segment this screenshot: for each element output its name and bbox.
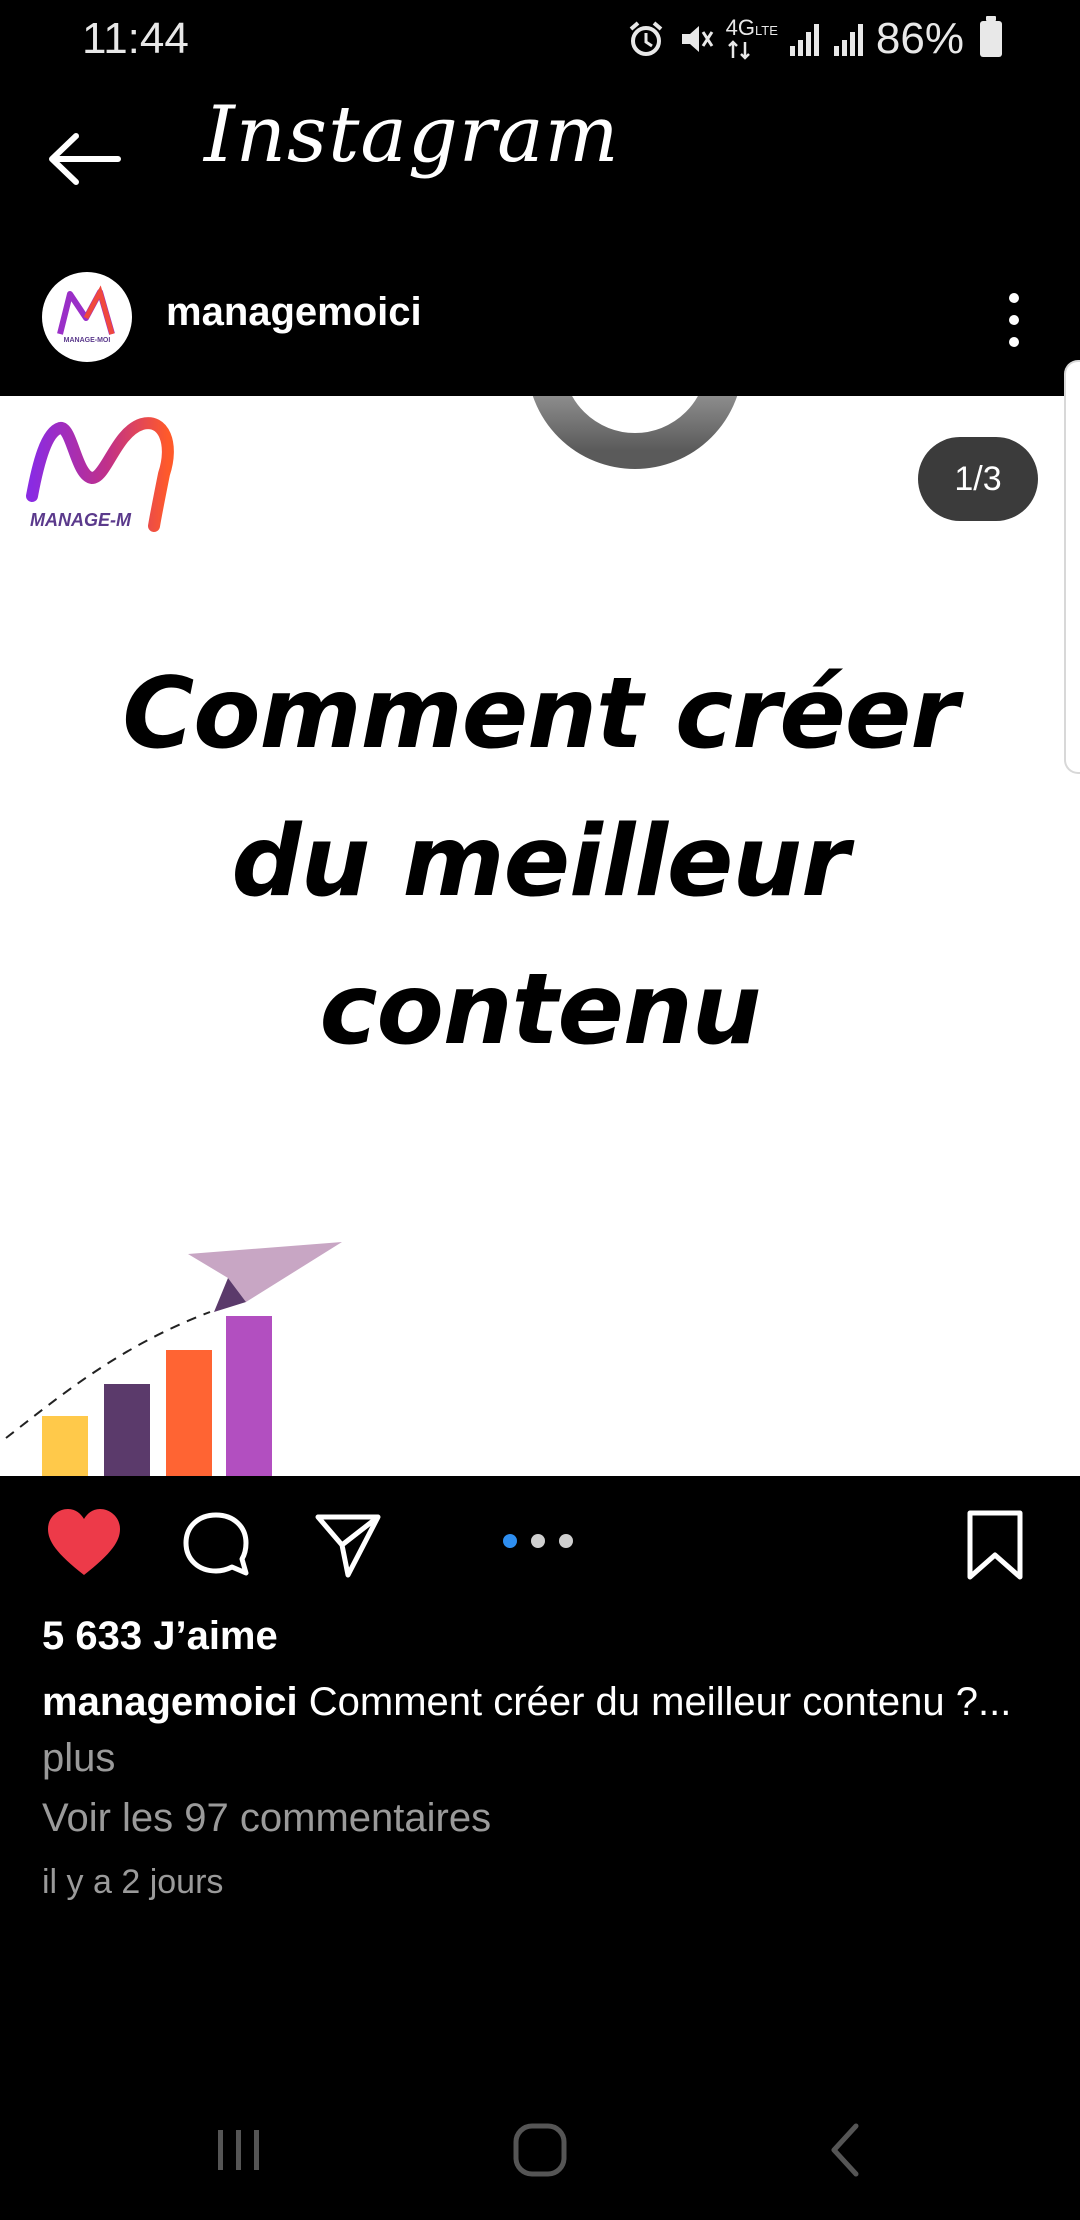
comment-icon[interactable] [180,1505,252,1585]
instagram-logo: Instagram [204,90,620,180]
avatar[interactable]: MANAGE-MOI [42,272,132,362]
status-icons: 4GLTE 86% [626,14,1002,64]
paper-plane-icon [188,1242,342,1302]
chart-bar [166,1350,212,1476]
data-arrows-icon [727,39,750,60]
alarm-icon [629,21,662,56]
signal-icon [789,24,819,56]
network-indicator: 4GLTE [726,16,778,60]
carousel-counter: 1/3 [918,437,1038,521]
view-comments-link[interactable]: Voir les 97 commentaires [42,1796,491,1841]
growth-chart-illustration [5,1242,342,1476]
home-icon[interactable] [506,2112,574,2188]
share-icon[interactable] [312,1505,384,1585]
battery-icon [980,16,1002,57]
carousel-dot-active [503,1534,517,1548]
back-arrow-icon[interactable] [46,128,122,190]
signal-icon [833,24,863,56]
post-username[interactable]: managemoici [166,290,422,335]
recent-apps-icon[interactable] [206,2112,270,2188]
heart-icon[interactable] [46,1505,122,1585]
mute-icon [681,26,713,52]
like-count[interactable]: 5 633 J’aime [42,1614,278,1659]
back-icon[interactable] [816,2112,872,2188]
battery-percent: 86% [875,14,964,63]
bookmark-icon[interactable] [964,1505,1026,1585]
manage-moi-logo: MANAGE-M [26,417,174,532]
manage-moi-logo: MANAGE-MOI [57,285,115,344]
chart-bar [226,1316,272,1476]
carousel-dot [531,1534,545,1548]
caption: managemoici Comment créer du meilleur co… [42,1674,1042,1786]
carousel-indicator [503,1534,573,1548]
avatar-logo-text: MANAGE-MOI [64,337,111,344]
post-image-title: Comment créer du meilleur contenu [122,657,958,1067]
edge-panel-handle[interactable] [1064,360,1080,774]
more-vertical-icon[interactable] [996,290,1032,350]
decorative-ring [532,396,738,469]
caption-more-link[interactable]: plus [42,1736,115,1780]
post-timestamp: il y a 2 jours [42,1863,224,1901]
status-time: 11:44 [82,14,189,63]
logo-text: MANAGE-M [30,510,132,530]
chart-bar [104,1384,150,1476]
carousel-dot [559,1534,573,1548]
chart-bar [42,1416,88,1476]
caption-username[interactable]: managemoici [42,1680,298,1724]
caption-text: Comment créer du meilleur contenu ?... [308,1680,1012,1724]
